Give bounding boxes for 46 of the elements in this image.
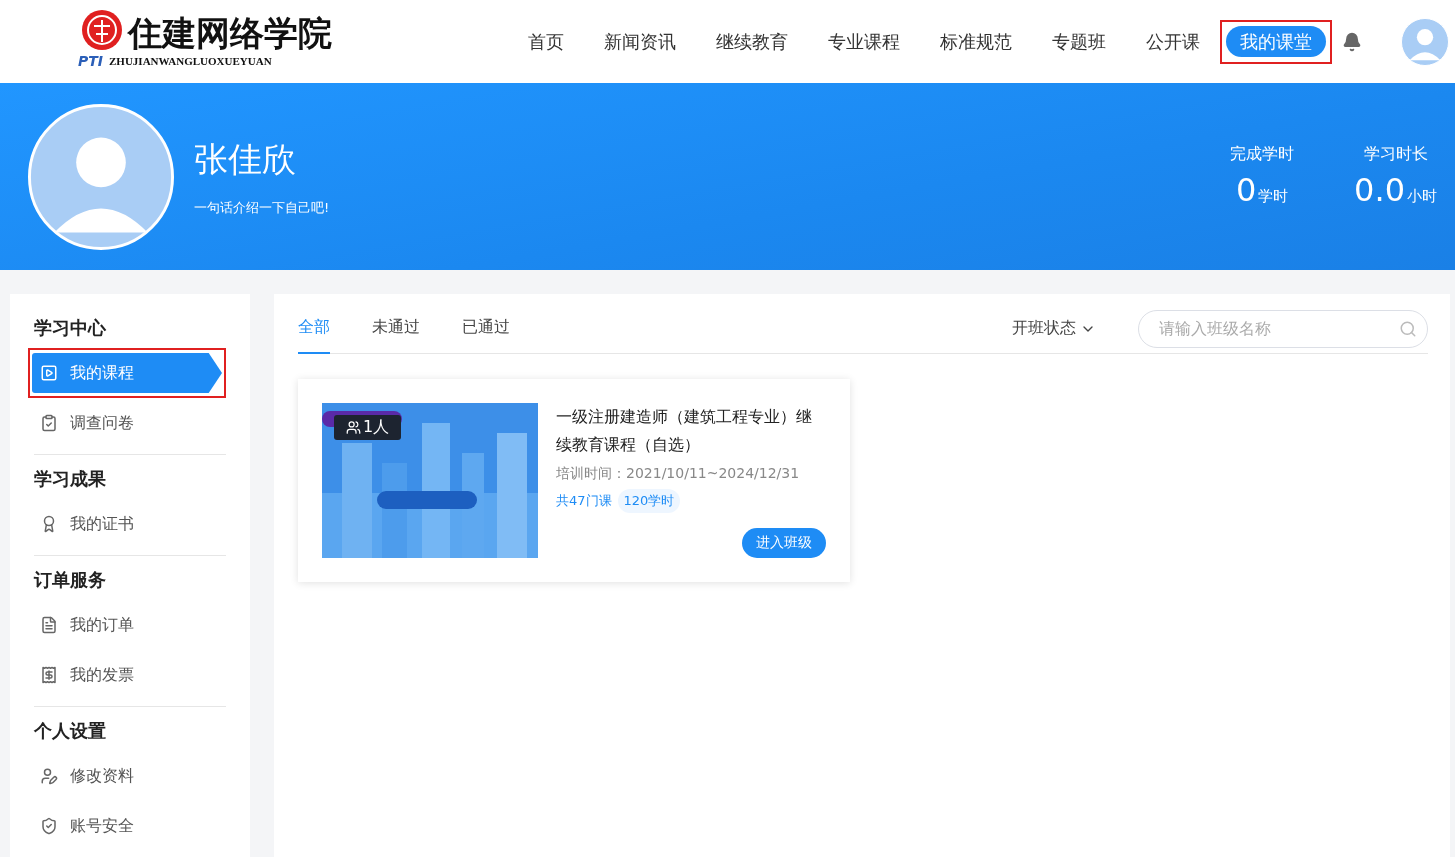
member-count-badge: 1人 [334, 415, 402, 440]
sidebar-item[interactable]: 调查问卷 [32, 403, 222, 443]
nav-link[interactable]: 公开课 [1132, 25, 1214, 57]
nav-link[interactable]: 继续教育 [702, 25, 802, 57]
training-period: 培训时间：2021/10/11~2024/12/31 [556, 465, 801, 483]
notification-bell-icon[interactable] [1342, 31, 1362, 52]
user-bio: 一句话介绍一下自己吧! [194, 198, 330, 217]
sidebar-item-icon [40, 767, 58, 785]
logo-pinyin: ZHUJIANWANGLUOXUEYUAN [109, 54, 272, 67]
sidebar-item-icon [40, 414, 58, 432]
course-count: 共47门课 [556, 492, 612, 510]
status-filter-dropdown[interactable]: 开班状态 [1012, 318, 1096, 339]
sidebar-heading: 个人设置 [34, 719, 107, 743]
tab[interactable]: 已通过 [462, 303, 510, 354]
sidebar-item-icon [40, 616, 58, 634]
nav-link[interactable]: 标准规范 [926, 25, 1026, 57]
stat-unit: 小时 [1407, 187, 1437, 206]
sidebar-heading: 学习中心 [34, 316, 107, 340]
course-title[interactable]: 一级注册建造师（建筑工程专业）继续教育课程（自选） [556, 403, 826, 459]
logo-name: 住建网络学院 [128, 14, 332, 53]
logo-emblem-icon [80, 8, 124, 52]
stat-label: 完成学时 [1230, 144, 1295, 165]
stat-value: 0.0 [1354, 171, 1405, 209]
stat-label: 学习时长 [1363, 144, 1428, 165]
search-icon [1399, 319, 1417, 338]
hours-tag: 120学时 [617, 489, 681, 513]
logo-mark: PTI [78, 52, 104, 69]
sidebar-item[interactable]: 我的订单 [32, 605, 222, 645]
tab[interactable]: 未通过 [372, 303, 420, 354]
sidebar-item[interactable]: 修改资料 [32, 756, 222, 796]
sidebar-heading: 订单服务 [34, 568, 107, 592]
sidebar-item-icon [40, 364, 58, 382]
sidebar-item[interactable]: 账号安全 [32, 806, 222, 846]
sidebar-item-icon [40, 666, 58, 684]
stat-unit: 学时 [1258, 187, 1289, 206]
sidebar-item[interactable]: 我的证书 [32, 504, 222, 544]
stat-value: 0 [1235, 171, 1257, 209]
user-name: 张佳欣 [194, 137, 297, 181]
tab[interactable]: 全部 [298, 303, 330, 354]
sidebar-item-icon [40, 817, 58, 835]
sidebar-item[interactable]: 我的发票 [32, 655, 222, 695]
nav-link[interactable]: 首页 [514, 25, 578, 57]
nav-link[interactable]: 专题班 [1038, 25, 1120, 57]
sidebar-heading: 学习成果 [34, 467, 107, 491]
nav-link[interactable]: 专业课程 [814, 25, 914, 57]
nav-link[interactable]: 新闻资讯 [590, 25, 690, 57]
